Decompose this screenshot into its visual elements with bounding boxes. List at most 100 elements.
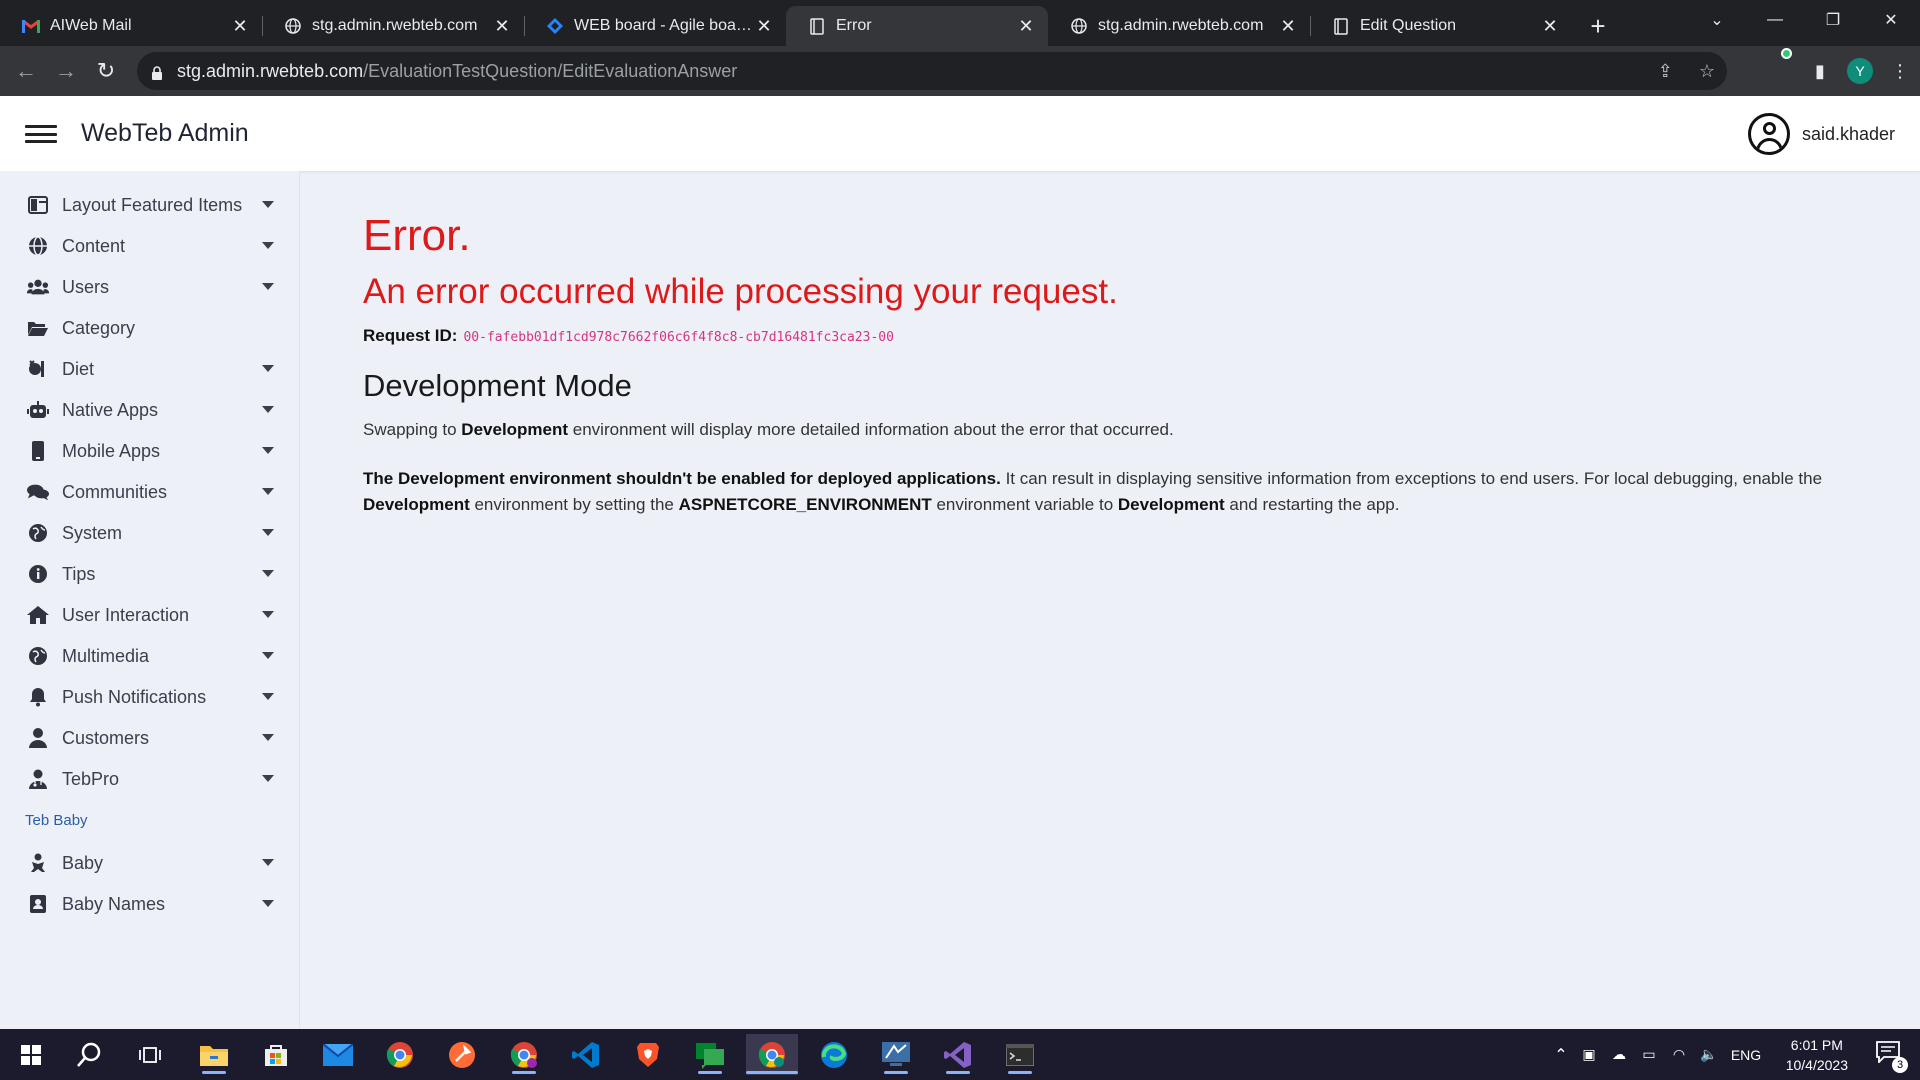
caret-down-icon	[262, 406, 274, 413]
chrome-icon[interactable]	[374, 1034, 426, 1075]
tab-stg-admin-2[interactable]: stg.admin.rwebteb.com ✕	[1048, 6, 1310, 46]
sidebar-item-multimedia[interactable]: Multimedia	[0, 637, 300, 675]
robot-icon	[27, 399, 49, 421]
address-bar[interactable]: stg.admin.rwebteb.com/EvaluationTestQues…	[137, 52, 1727, 90]
caret-down-icon	[262, 652, 274, 659]
terminal-icon[interactable]	[994, 1034, 1046, 1075]
language-indicator[interactable]: ENG	[1724, 1047, 1768, 1063]
tab-error[interactable]: Error ✕	[786, 6, 1048, 46]
vscode-icon[interactable]	[560, 1034, 612, 1075]
error-subtitle: An error occurred while processing your …	[363, 272, 1118, 311]
globe-icon	[27, 235, 49, 257]
restore-icon[interactable]: ❐	[1804, 0, 1862, 40]
page-icon	[808, 17, 826, 35]
mail-icon[interactable]	[312, 1034, 364, 1075]
sidebar-item-label: TebPro	[62, 768, 120, 789]
sidebar-item-baby-names[interactable]: Baby Names	[0, 885, 300, 923]
close-tab-icon[interactable]: ✕	[754, 16, 774, 37]
sidebar-item-communities[interactable]: Communities	[0, 473, 300, 511]
chrome-active-icon[interactable]	[746, 1034, 798, 1075]
battery-icon[interactable]: ▭	[1634, 1046, 1664, 1063]
chevron-up-icon[interactable]: ⌃	[1548, 1045, 1574, 1065]
close-tab-icon[interactable]: ✕	[492, 16, 512, 37]
globe-icon	[284, 17, 302, 35]
hamburger-menu-icon[interactable]	[25, 125, 57, 143]
text-segment-bold: Development	[461, 420, 569, 439]
request-id-value: 00-fafebb01df1cd978c7662f06c6f4f8c8-cb7d…	[463, 330, 894, 345]
caret-down-icon	[262, 447, 274, 454]
sidebar-item-label: Category	[62, 317, 136, 338]
sidebar-item-category[interactable]: Category	[0, 309, 300, 347]
reload-icon[interactable]: ↻	[86, 51, 126, 91]
profile-avatar[interactable]: Y	[1847, 58, 1873, 84]
tab-stg-admin-1[interactable]: stg.admin.rwebteb.com ✕	[262, 6, 524, 46]
sidebar-item-tips[interactable]: Tips	[0, 555, 300, 593]
sidebar-item-push-notifications[interactable]: Push Notifications	[0, 678, 300, 716]
online-status-dot	[1781, 48, 1792, 59]
sidebar-item-layout-featured-items[interactable]: Layout Featured Items	[0, 186, 300, 224]
close-tab-icon[interactable]: ✕	[230, 16, 250, 37]
windows-start-icon[interactable]	[5, 1034, 57, 1075]
chrome-profile-icon[interactable]	[498, 1034, 550, 1075]
users-icon	[27, 276, 49, 298]
sidebar-item-users[interactable]: Users	[0, 268, 300, 306]
caret-down-icon	[262, 529, 274, 536]
forward-icon[interactable]: →	[46, 51, 86, 91]
brave-icon[interactable]	[622, 1034, 674, 1075]
lock-icon	[151, 64, 163, 80]
user-menu[interactable]: said.khader	[1747, 111, 1895, 157]
side-panel-icon[interactable]: ▮	[1800, 51, 1840, 91]
close-window-icon[interactable]: ✕	[1862, 0, 1920, 40]
sidebar-item-system[interactable]: System	[0, 514, 300, 552]
bookmark-star-icon[interactable]: ☆	[1699, 61, 1715, 82]
wifi-icon[interactable]: ◠	[1664, 1046, 1694, 1063]
tab-search-icon[interactable]: ⌄	[1688, 0, 1746, 40]
app-header: WebTeb Admin said.khader	[0, 96, 1920, 171]
clock[interactable]: 6:01 PM 10/4/2023	[1786, 1035, 1848, 1075]
close-tab-icon[interactable]: ✕	[1540, 16, 1560, 37]
new-tab-button[interactable]: +	[1578, 6, 1618, 46]
tab-title: Error	[836, 17, 872, 34]
sidebar-item-content[interactable]: Content	[0, 227, 300, 265]
back-icon[interactable]: ←	[6, 51, 46, 91]
search-icon[interactable]	[63, 1034, 115, 1075]
sidebar-item-baby[interactable]: Baby	[0, 844, 300, 882]
sql-server-icon[interactable]	[870, 1034, 922, 1075]
globe-icon	[27, 645, 49, 667]
notification-center-icon[interactable]: 3	[1876, 1041, 1908, 1073]
tab-title: WEB board - Agile board -	[574, 17, 754, 34]
edge-icon[interactable]	[808, 1034, 860, 1075]
tab-web-board[interactable]: WEB board - Agile board - ✕	[524, 6, 786, 46]
browser-menu-icon[interactable]: ⋮	[1880, 51, 1920, 91]
onedrive-icon[interactable]: ☁	[1604, 1046, 1634, 1063]
clock-time: 6:01 PM	[1790, 1037, 1843, 1053]
sidebar-item-customers[interactable]: Customers	[0, 719, 300, 757]
tab-aiweb-mail[interactable]: AIWeb Mail ✕	[0, 6, 262, 46]
device-icon[interactable]: ▣	[1574, 1046, 1604, 1063]
sidebar-item-tebpro[interactable]: TebPro	[0, 760, 300, 798]
microsoft-store-icon[interactable]	[250, 1034, 302, 1075]
tab-edit-question[interactable]: Edit Question ✕	[1310, 6, 1572, 46]
close-tab-icon[interactable]: ✕	[1016, 16, 1036, 37]
mobile-icon	[27, 440, 49, 462]
sidebar-item-mobile-apps[interactable]: Mobile Apps	[0, 432, 300, 470]
task-view-icon[interactable]	[124, 1034, 176, 1075]
sidebar-item-user-interaction[interactable]: User Interaction	[0, 596, 300, 634]
sidebar-item-diet[interactable]: Diet	[0, 350, 300, 388]
sidebar-item-label: User Interaction	[62, 604, 190, 625]
file-explorer-icon[interactable]	[188, 1034, 240, 1075]
postman-icon[interactable]	[436, 1034, 488, 1075]
minimize-icon[interactable]: —	[1746, 0, 1804, 40]
share-icon[interactable]: ⇪	[1658, 61, 1673, 82]
folder-open-icon	[27, 317, 49, 339]
text-segment: and restarting the app.	[1224, 495, 1400, 514]
close-tab-icon[interactable]: ✕	[1278, 16, 1298, 37]
user-doctor-icon	[27, 768, 49, 790]
browser-tab-strip: AIWeb Mail ✕ stg.admin.rwebteb.com ✕ WEB…	[0, 0, 1920, 46]
sidebar-item-label: Push Notifications	[62, 686, 207, 707]
chat-app-icon[interactable]	[684, 1034, 736, 1075]
sidebar-item-native-apps[interactable]: Native Apps	[0, 391, 300, 429]
volume-icon[interactable]: 🔈	[1694, 1046, 1724, 1063]
url-path: /EvaluationTestQuestion/EditEvaluationAn…	[363, 60, 738, 81]
visual-studio-icon[interactable]	[932, 1034, 984, 1075]
